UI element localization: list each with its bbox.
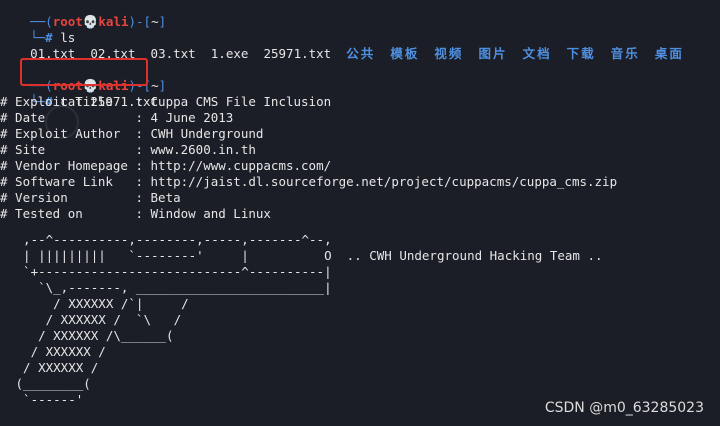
highlight-annotation-box [20,58,148,86]
file-line: # Version : Beta [0,190,181,205]
prompt-frame-mid: )-[ [128,14,152,29]
file-entry: 03.txt [150,46,196,61]
prompt-dir: ~ [151,14,159,29]
prompt-frame-close: ] [158,14,167,29]
prompt-host: kali [98,14,129,29]
skull-icon: 💀 [82,14,99,29]
file-line: # Software Link : http://jaist.dl.source… [0,174,618,189]
folder-entry: 文档 [522,46,552,61]
terminal-window[interactable]: ──(root💀kali)-[~] └─# ls 01.txt 02.txt 0… [0,0,720,426]
prompt-frame-close: ] [158,78,167,93]
file-line: # Tested on : Window and Linux [0,206,271,221]
folder-entry: 图片 [478,46,508,61]
command-line-1: └─# ls [0,14,75,45]
file-line: # Date : 4 June 2013 [0,110,234,125]
file-line: # Exploit Author : CWH Underground [0,126,264,141]
file-line: # Vendor Homepage : http://www.cuppacms.… [0,158,332,173]
file-line: # Site : www.2600.in.th [0,142,256,157]
folder-entry: 下载 [566,46,596,61]
file-entry: 1.exe [210,46,249,61]
file-line: # Exploit Title : Cuppa CMS File Inclusi… [0,94,332,109]
folder-entry: 模板 [390,46,420,61]
folder-entry: 音乐 [610,46,640,61]
folder-entry: 桌面 [654,46,684,61]
ascii-art-gun: ,--^----------,--------,-----,-------^--… [15,232,603,407]
folder-entry: 公共 [346,46,376,61]
folder-entry: 视频 [434,46,464,61]
ls-output: 01.txt 02.txt 03.txt 1.exe 25971.txt 公共 … [0,30,684,61]
prompt-line-1: ──(root💀kali)-[~] [0,0,166,29]
file-entry: 25971.txt [263,46,332,61]
watermark: CSDN @m0_63285023 [544,400,704,416]
